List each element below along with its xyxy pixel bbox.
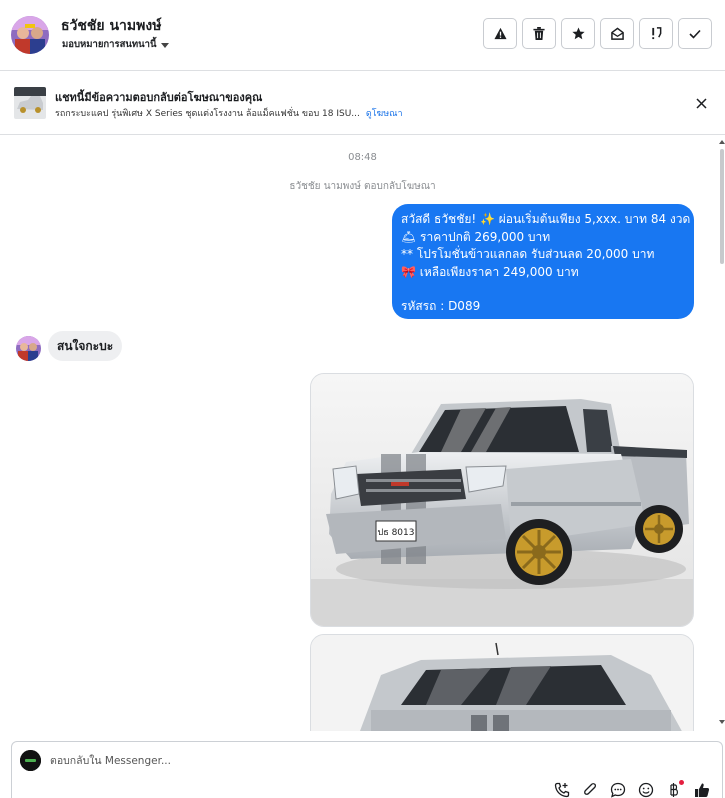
exclamation-icon bbox=[652, 27, 662, 40]
like-button[interactable] bbox=[692, 780, 712, 798]
mark-important-button[interactable] bbox=[639, 18, 673, 49]
saved-replies-button[interactable] bbox=[608, 780, 628, 798]
conversation-actions bbox=[483, 18, 712, 49]
messenger-inbox-conversation: ธวัชชัย นามพงษ์ มอบหมายการสนทนานี้ แชทนี… bbox=[0, 0, 725, 798]
attach-button[interactable] bbox=[580, 780, 600, 798]
ad-reply-banner: แชทนี้มีข้อความตอบกลับต่อโฆษณาของคุณ รถก… bbox=[0, 71, 725, 135]
thumbs-up-icon bbox=[695, 783, 710, 797]
thread-scrollbar[interactable] bbox=[718, 137, 725, 730]
page-avatar bbox=[20, 750, 41, 771]
message-line: รหัสรถ : D089 bbox=[401, 299, 481, 313]
reply-input[interactable] bbox=[50, 753, 550, 769]
car-photo-attachment[interactable] bbox=[310, 634, 694, 731]
system-notice: ธวัชชัย นามพงษ์ ตอบกลับโฆษณา bbox=[289, 181, 436, 192]
assign-label: มอบหมายการสนทนานี้ bbox=[62, 39, 157, 50]
outgoing-message-bubble[interactable]: สวัสดี ธวัชชัย! ✨ ผ่อนเริ่มต้นเพียง 5,xx… bbox=[392, 204, 694, 319]
view-ad-link[interactable]: ดูโฆษณา bbox=[366, 106, 403, 120]
sender-avatar bbox=[16, 336, 41, 361]
follow-up-button[interactable] bbox=[561, 18, 595, 49]
message-line: 🎀 เหลือเพียงราคา 249,000 บาท bbox=[401, 264, 579, 279]
paperclip-icon bbox=[583, 783, 596, 795]
scroll-up-arrow[interactable] bbox=[719, 140, 725, 144]
composer-toolbar bbox=[552, 780, 712, 798]
envelope-open-icon bbox=[610, 27, 624, 40]
conversation-header: ธวัชชัย นามพงษ์ มอบหมายการสนทนานี้ bbox=[0, 0, 725, 71]
mark-unread-button[interactable] bbox=[600, 18, 634, 49]
car-photo-attachment[interactable]: ปธ 8013 bbox=[310, 373, 694, 627]
message-line: ** โปรโมชั่นข้าวแลกลด รับส่วนลด 20,000 บ… bbox=[401, 247, 655, 261]
notification-dot bbox=[679, 780, 684, 785]
message-timestamp: 08:48 bbox=[348, 152, 377, 163]
message-line bbox=[401, 281, 685, 298]
close-banner-button[interactable] bbox=[696, 94, 707, 113]
star-icon bbox=[571, 27, 585, 40]
scroll-thumb[interactable] bbox=[720, 149, 724, 264]
incoming-message-bubble[interactable]: สนใจกะบะ bbox=[48, 331, 123, 361]
message-composer bbox=[11, 741, 723, 798]
contact-avatar[interactable] bbox=[11, 16, 49, 54]
contact-name[interactable]: ธวัชชัย นามพงษ์ bbox=[61, 15, 161, 37]
scroll-down-arrow[interactable] bbox=[719, 720, 725, 724]
phone-plus-icon bbox=[554, 782, 570, 798]
emoji-button[interactable] bbox=[636, 780, 656, 798]
trash-icon bbox=[533, 27, 545, 40]
ad-thumbnail[interactable] bbox=[14, 87, 46, 119]
mark-done-button[interactable] bbox=[678, 18, 712, 49]
check-icon bbox=[689, 29, 701, 39]
message-line: 🛎 ราคาปกติ 269,000 บาท bbox=[401, 229, 551, 244]
chevron-down-icon bbox=[160, 42, 169, 48]
report-spam-button[interactable] bbox=[483, 18, 517, 49]
payment-button[interactable] bbox=[664, 780, 684, 798]
message-thread[interactable]: 08:48 ธวัชชัย นามพงษ์ ตอบกลับโฆษณา สวัสด… bbox=[0, 136, 725, 731]
banner-title: แชทนี้มีข้อความตอบกลับต่อโฆษณาของคุณ bbox=[55, 91, 263, 104]
banner-description: รถกระบะแคป รุ่นพิเศษ X Series ชุดแต่งโรง… bbox=[55, 106, 403, 120]
smiley-icon bbox=[638, 782, 654, 798]
chat-bubble-icon bbox=[610, 782, 626, 798]
license-plate-text: ปธ 8013 bbox=[378, 528, 415, 538]
message-line: สวัสดี ธวัชชัย! ✨ ผ่อนเริ่มต้นเพียง 5,xx… bbox=[401, 212, 691, 226]
warning-icon bbox=[493, 27, 507, 40]
assign-conversation-dropdown[interactable]: มอบหมายการสนทนานี้ bbox=[62, 37, 169, 52]
close-icon bbox=[696, 98, 707, 109]
delete-button[interactable] bbox=[522, 18, 556, 49]
ad-description: รถกระบะแคป รุ่นพิเศษ X Series ชุดแต่งโรง… bbox=[55, 109, 360, 119]
call-button[interactable] bbox=[552, 780, 572, 798]
